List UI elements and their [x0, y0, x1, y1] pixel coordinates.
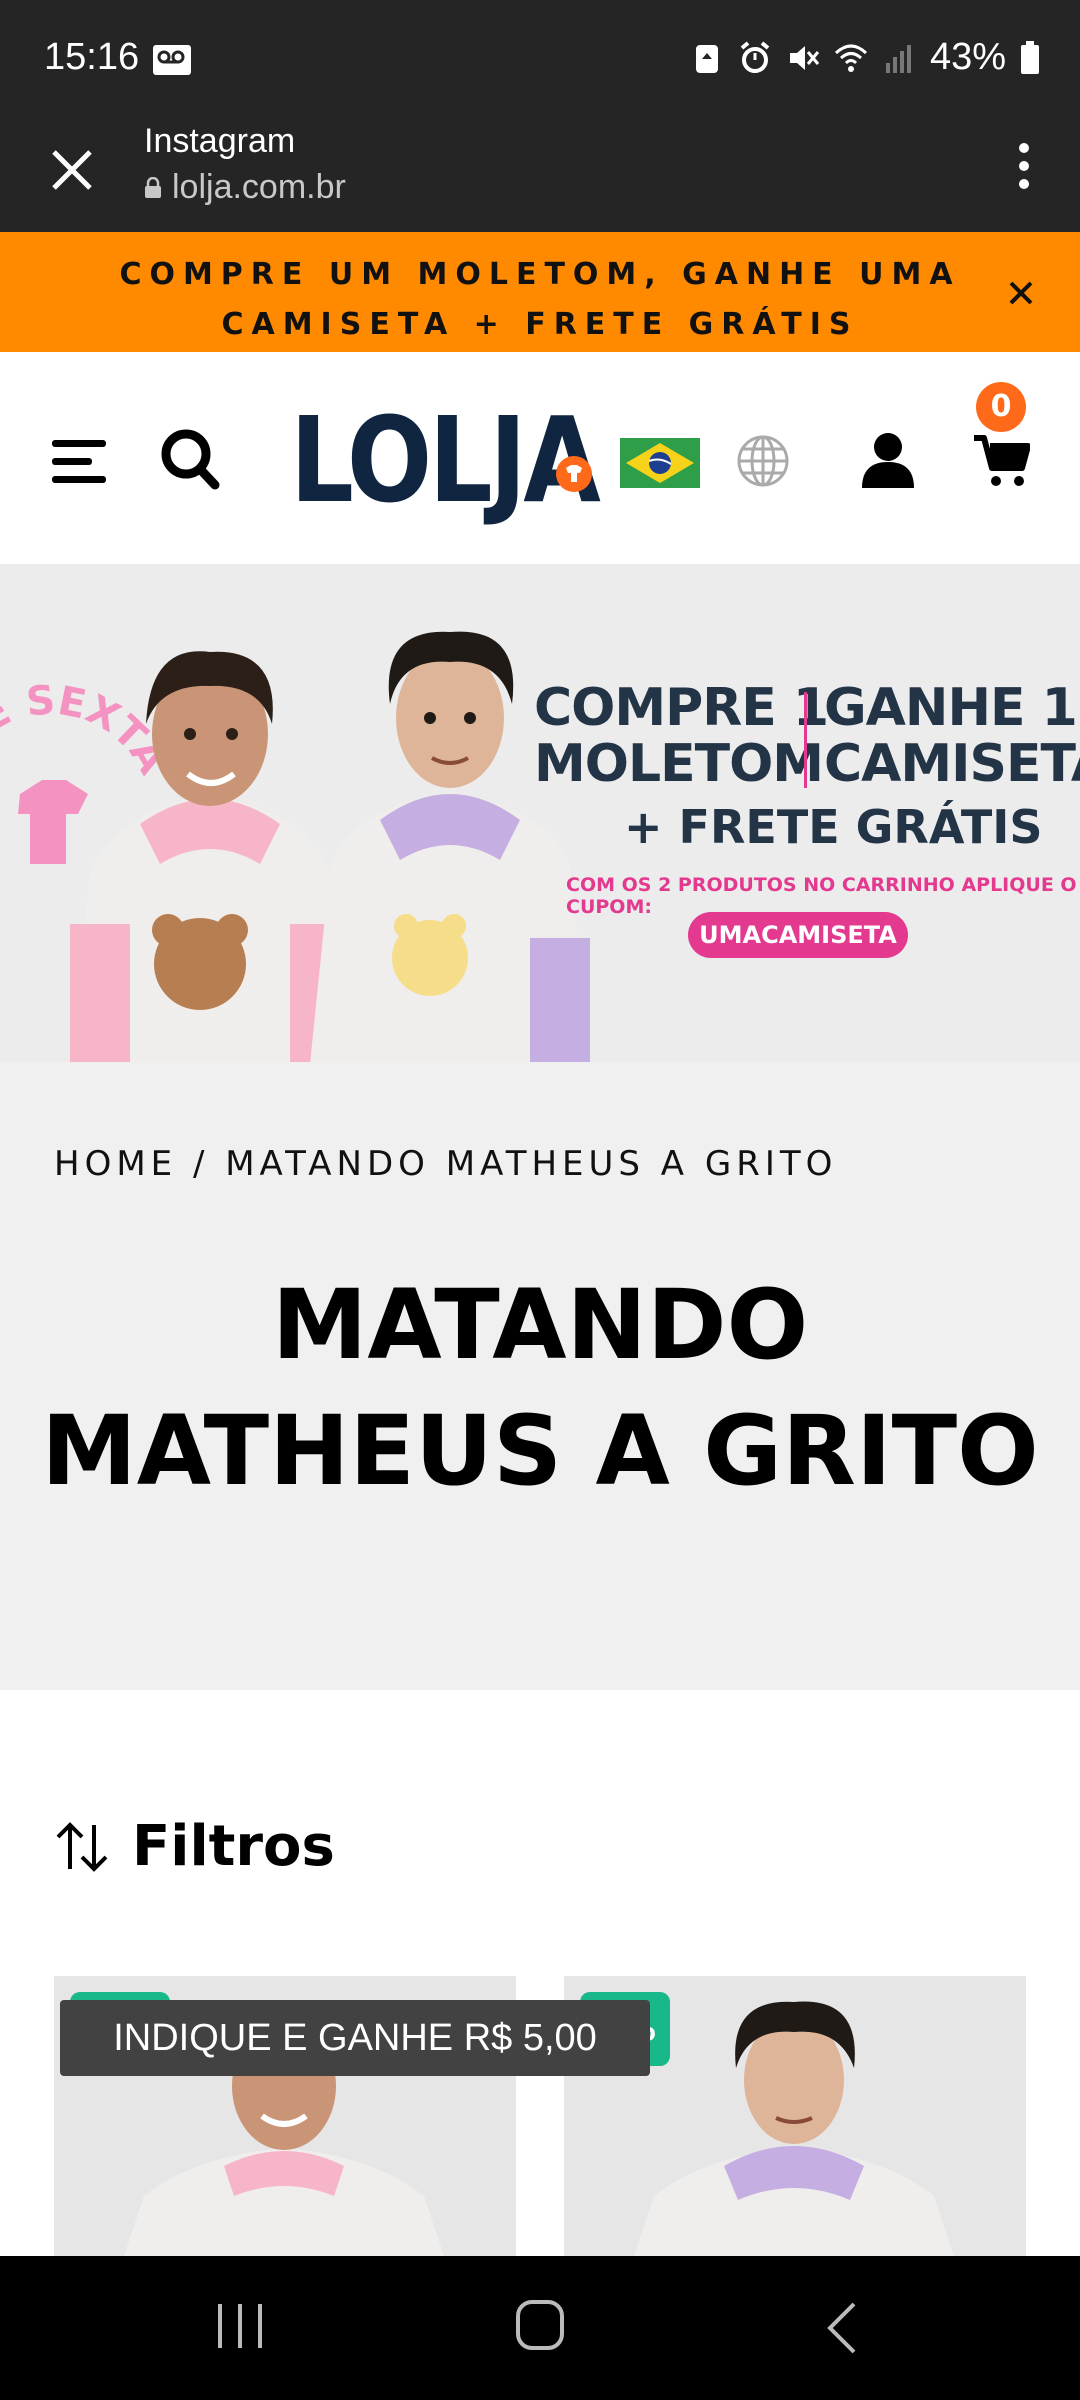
globe-icon[interactable] — [736, 434, 790, 488]
battery-percentage: 43% — [929, 36, 1006, 78]
referral-banner[interactable]: INDIQUE E GANHE R$ 5,00 — [60, 2000, 650, 2076]
menu-icon[interactable] — [52, 438, 106, 486]
lock-icon — [145, 176, 161, 198]
breadcrumb[interactable]: HOME / MATANDO MATHEUS A GRITO — [54, 1144, 837, 1184]
brazil-flag-icon[interactable] — [620, 438, 700, 488]
back-icon[interactable] — [822, 2300, 862, 2356]
in-app-browser-bar: Instagram lolja.com.br — [0, 122, 1080, 232]
battery-icon — [1021, 40, 1039, 74]
account-icon[interactable] — [862, 432, 914, 488]
hero-banner[interactable]: ATÉ SEXTA COMPRE 1 MOLETOM GANHE 1 CAMIS… — [0, 564, 1080, 1062]
page-title: MATANDO MATHEUS A GRITO — [41, 1269, 1039, 1507]
recent-apps-icon[interactable] — [212, 2300, 268, 2352]
hero-headline-right: GANHE 1 CAMISETA — [824, 678, 1080, 794]
logo-text: LOLJA — [290, 391, 601, 529]
status-bar: 15:16 43% — [0, 0, 1080, 122]
status-icons: 43% — [690, 36, 1040, 79]
hero-frete-gratis: + FRETE GRÁTIS — [624, 800, 1043, 854]
sort-icon — [56, 1821, 108, 1872]
collection-header: HOME / MATANDO MATHEUS A GRITO MATANDO M… — [0, 1062, 1080, 1690]
cart-icon[interactable] — [974, 434, 1030, 488]
browser-title: Instagram — [144, 122, 296, 160]
status-time: 15:16 — [44, 36, 140, 78]
logo[interactable]: LOLJA — [290, 391, 601, 529]
site-header: LOLJA 0 — [0, 352, 1080, 564]
coupon-code-button[interactable]: UMACAMISETA — [688, 912, 908, 958]
cart-count-badge: 0 — [976, 382, 1026, 432]
filters-button[interactable]: Filtros — [54, 1814, 335, 1879]
close-browser-icon[interactable] — [40, 138, 104, 202]
wifi-icon — [834, 44, 867, 72]
home-icon[interactable] — [514, 2298, 566, 2352]
browser-url[interactable]: lolja.com.br — [144, 168, 346, 207]
search-icon[interactable] — [160, 428, 220, 490]
mute-icon — [789, 45, 820, 70]
promo-banner[interactable]: COMPRE UM MOLETOM, GANHE UMA CAMISETA + … — [0, 232, 1080, 352]
battery-saver-icon — [695, 44, 718, 73]
url-text: lolja.com.br — [172, 168, 346, 206]
model-image-2 — [310, 631, 590, 1062]
hero-divider — [804, 692, 807, 788]
alarm-icon — [740, 40, 770, 73]
system-nav-bar — [0, 2256, 1080, 2400]
hero-headline-left: COMPRE 1 MOLETOM — [534, 678, 829, 794]
filters-label: Filtros — [132, 1814, 335, 1879]
voicemail-icon — [153, 45, 191, 75]
close-promo-icon[interactable] — [1008, 280, 1034, 306]
signal-icon — [885, 44, 911, 73]
more-options-icon[interactable] — [1004, 134, 1044, 198]
logo-tshirt-icon — [556, 456, 592, 492]
promo-text: COMPRE UM MOLETOM, GANHE UMA CAMISETA + … — [119, 257, 961, 342]
